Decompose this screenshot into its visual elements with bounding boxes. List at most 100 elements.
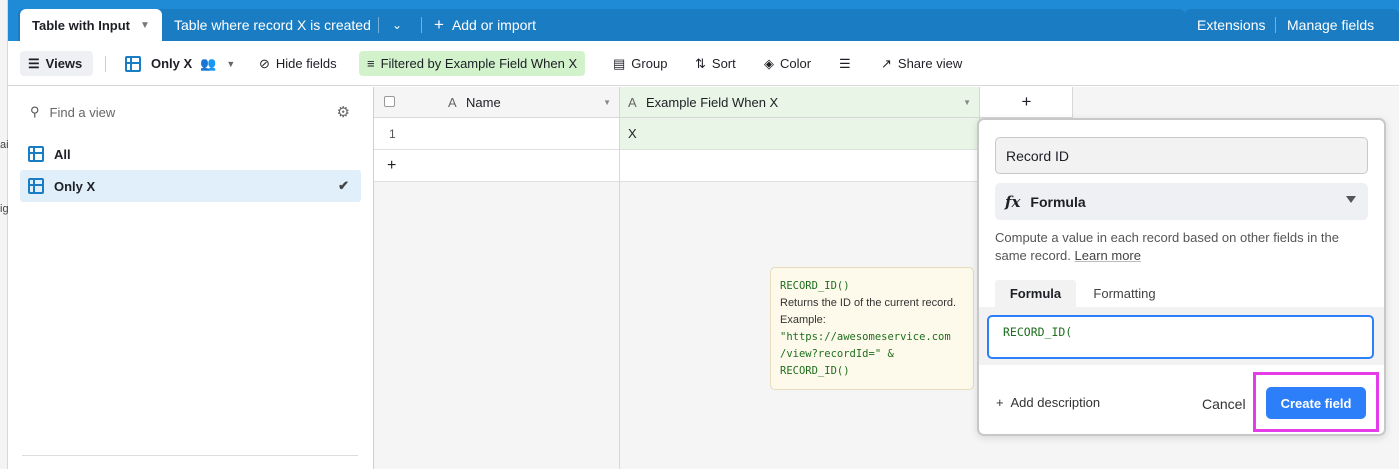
create-field-label: Create field xyxy=(1280,395,1352,411)
add-or-import-label: Add or import xyxy=(451,17,536,33)
plus-icon: + xyxy=(387,156,397,174)
tab-table-where-record-x[interactable]: Table where record X is created xyxy=(174,9,371,41)
hide-fields-button[interactable]: ⊘ Hide fields xyxy=(259,51,337,76)
filter-label: Filtered by Example Field When X xyxy=(380,56,578,71)
current-view-button[interactable]: Only X 👥 ▼ xyxy=(125,51,235,76)
manage-fields-button[interactable]: Manage fields xyxy=(1287,9,1374,41)
share-view-label: Share view xyxy=(897,56,963,71)
checkmark-icon: ✔ xyxy=(338,178,349,193)
share-icon: ↗ xyxy=(881,55,892,71)
edge-fragment: ai xyxy=(0,139,9,151)
cancel-label: Cancel xyxy=(1202,396,1246,412)
sort-icon: ⇅ xyxy=(695,55,706,71)
row-height-button[interactable]: ☰ xyxy=(839,51,851,76)
sidebar-view-only-x[interactable]: Only X ✔ xyxy=(20,170,361,202)
paint-bucket-icon: ◈ xyxy=(764,55,774,71)
extensions-label: Extensions xyxy=(1197,17,1266,33)
gear-icon[interactable]: ⚙ xyxy=(337,103,350,121)
learn-more-link[interactable]: Learn more xyxy=(1075,248,1141,263)
select-all-checkbox[interactable] xyxy=(384,96,395,107)
tooltip-example: /view?recordId=" & xyxy=(780,348,894,360)
view-name: Only X xyxy=(54,178,96,194)
create-field-button[interactable]: Create field xyxy=(1266,387,1366,419)
toolbar-divider xyxy=(105,56,106,72)
more-tabs-chevron-icon[interactable]: ⌄ xyxy=(392,9,402,41)
group-icon: ▤ xyxy=(613,55,626,71)
text-field-icon: A xyxy=(448,94,457,110)
tab-formatting[interactable]: Formatting xyxy=(1083,280,1166,307)
tab-divider xyxy=(378,17,379,33)
filter-icon: ≡ xyxy=(367,56,375,71)
add-or-import-button[interactable]: + Add or import xyxy=(434,9,536,41)
views-label: Views xyxy=(45,56,83,71)
column-divider xyxy=(1072,87,1073,118)
add-row-button[interactable]: + xyxy=(374,150,980,182)
group-button[interactable]: ▤ Group xyxy=(613,51,667,76)
grid-view-icon xyxy=(125,55,141,72)
views-toggle-button[interactable]: ☰ Views xyxy=(20,51,93,76)
hamburger-icon: ☰ xyxy=(28,55,40,71)
find-view-search[interactable]: ⚲ Find a view ⚙ xyxy=(30,99,350,125)
left-window-edge: ai ig xyxy=(0,0,9,469)
chevron-down-icon[interactable]: ▼ xyxy=(140,20,150,31)
group-label: Group xyxy=(631,56,668,71)
formula-text: RECORD_ID( xyxy=(1003,325,1073,339)
table-tab-bar: Table with Input ▼ Table where record X … xyxy=(8,0,1399,41)
tooltip-example: "https://awesomeservice.com xyxy=(780,331,951,343)
cell-value: X xyxy=(628,126,637,141)
color-button[interactable]: ◈ Color xyxy=(764,51,811,76)
manage-fields-label: Manage fields xyxy=(1287,17,1375,33)
formula-help-tooltip: RECORD_ID() Returns the ID of the curren… xyxy=(770,267,974,390)
field-name-value: Record ID xyxy=(1006,147,1070,164)
caret-down-icon xyxy=(1346,196,1356,203)
extensions-button[interactable]: Extensions xyxy=(1197,9,1265,41)
chevron-down-icon: ▼ xyxy=(226,58,236,69)
tooltip-example: RECORD_ID() xyxy=(780,365,850,377)
tab-label: Formula xyxy=(1009,286,1062,301)
field-type-description: Compute a value in each record based on … xyxy=(995,229,1365,265)
tooltip-description: Returns the ID of the current record. Ex… xyxy=(780,297,957,326)
column-header-example-field[interactable]: A Example Field When X ▼ xyxy=(620,87,980,118)
eye-slash-icon: ⊘ xyxy=(259,55,270,71)
cancel-button[interactable]: Cancel xyxy=(1202,396,1246,412)
view-toolbar: ☰ Views Only X 👥 ▼ ⊘ Hide fields ≡ Filte… xyxy=(8,41,1399,86)
column-header-name[interactable]: A Name ▼ xyxy=(374,87,620,118)
hide-fields-label: Hide fields xyxy=(275,56,337,71)
share-view-button[interactable]: ↗ Share view xyxy=(881,51,962,76)
row-number: 1 xyxy=(389,126,396,141)
tab-divider xyxy=(1275,17,1276,33)
description-text: Compute a value in each record based on … xyxy=(995,230,1339,263)
views-sidebar: ⚲ Find a view ⚙ All Only X ✔ xyxy=(8,87,374,469)
sidebar-view-all[interactable]: All xyxy=(20,138,361,170)
tab-formula[interactable]: Formula xyxy=(995,280,1076,307)
field-name-input[interactable]: Record ID xyxy=(995,137,1368,174)
sort-label: Sort xyxy=(711,56,736,71)
tab-label: Table where record X is created xyxy=(174,17,371,33)
add-description-button[interactable]: + Add description xyxy=(996,395,1100,410)
filter-button[interactable]: ≡ Filtered by Example Field When X xyxy=(359,51,586,76)
collaborators-icon: 👥 xyxy=(200,55,217,71)
chevron-down-icon[interactable]: ▼ xyxy=(963,98,971,107)
plus-icon: + xyxy=(1021,92,1032,111)
chevron-down-icon[interactable]: ▼ xyxy=(603,98,611,107)
formula-editor[interactable]: RECORD_ID( xyxy=(987,315,1374,359)
tab-divider xyxy=(421,17,422,33)
field-type-select[interactable]: fx Formula xyxy=(995,183,1368,220)
grid-view-icon xyxy=(28,146,44,162)
formula-icon: fx xyxy=(1005,192,1021,211)
cell-example-field[interactable]: X xyxy=(620,118,980,150)
grid-view-icon xyxy=(28,178,44,194)
column-title: Name xyxy=(466,94,501,110)
view-name: All xyxy=(54,146,71,162)
search-icon: ⚲ xyxy=(30,104,40,119)
field-type-label: Formula xyxy=(1030,193,1086,210)
find-view-placeholder: Find a view xyxy=(49,104,116,120)
text-field-icon: A xyxy=(628,94,637,110)
plus-icon: + xyxy=(434,15,444,34)
formula-tabs: Formula Formatting xyxy=(979,280,1384,307)
add-field-button[interactable]: + xyxy=(980,87,1073,118)
sort-button[interactable]: ⇅ Sort xyxy=(695,51,736,76)
tooltip-signature: RECORD_ID() xyxy=(780,280,850,292)
table-row[interactable]: 1 xyxy=(374,118,620,150)
tab-table-with-input[interactable]: Table with Input ▼ xyxy=(20,9,162,41)
